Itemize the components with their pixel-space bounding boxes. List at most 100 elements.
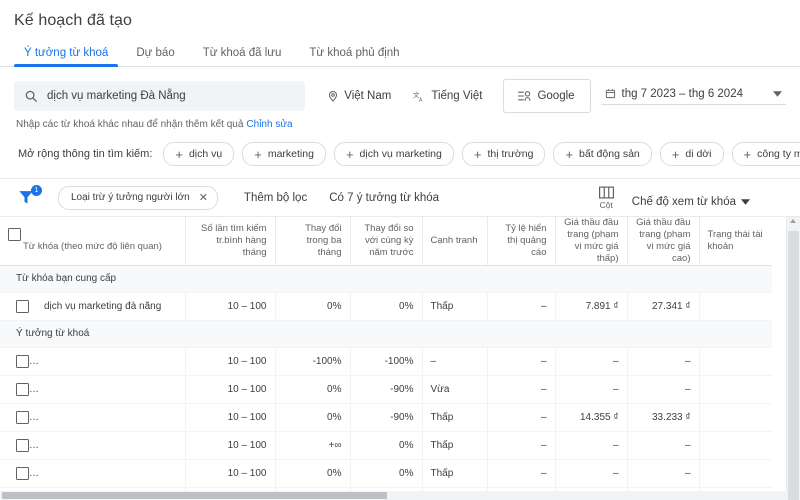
edit-link[interactable]: Chỉnh sửa [246, 119, 292, 130]
expand-chip-label: marketing [267, 148, 314, 160]
col-header-account-status[interactable]: Trạng thái tài khoản [699, 217, 772, 266]
table-row[interactable]: công ty chạy quảng cáo facebook đà ...10… [0, 431, 772, 460]
table-cell-change-3m: 0% [275, 459, 351, 488]
vertical-scrollbar[interactable] [786, 217, 800, 500]
location-label: Việt Nam [344, 90, 392, 102]
keyword-label: chạy quảng cáo google đà nẵng [44, 383, 185, 395]
table-cell-avg-searches: 10 – 100 [185, 403, 276, 432]
table-cell-competition: Thấp [422, 459, 488, 488]
plus-icon: + [743, 146, 752, 162]
search-hint-text: Nhập các từ khoá khác nhau để nhận thêm … [16, 119, 244, 130]
table-cell-account-status [699, 347, 772, 376]
row-checkbox[interactable] [16, 410, 29, 424]
table-cell-keyword: dịch vụ marketing đà nẵng [0, 292, 186, 321]
columns-label: Cột [599, 199, 613, 210]
table-cell-change-yoy: 0% [350, 431, 423, 460]
table-cell-bid-low: 14.355 ₫ [555, 403, 628, 432]
row-checkbox[interactable] [16, 354, 29, 368]
table-cell-change-3m: -100% [275, 347, 351, 376]
tab-negative-keywords[interactable]: Từ khoá phủ định [295, 47, 413, 66]
keyword-label: quảng cáo google ads đà nẵng [44, 411, 182, 423]
table-cell-avg-searches: 10 – 100 [185, 347, 276, 376]
table-cell-bid-low: – [555, 347, 628, 376]
row-checkbox[interactable] [16, 438, 29, 452]
network-button[interactable]: Google [502, 79, 591, 113]
expand-chip-0[interactable]: + dịch vụ [163, 142, 235, 166]
table-cell-change-yoy: 0% [350, 292, 423, 321]
col-header-keyword-label: Từ khóa (theo mức độ liên quan) [23, 241, 162, 253]
col-header-competition[interactable]: Cạnh tranh [422, 217, 488, 266]
table-cell-avg-searches: 10 – 100 [185, 375, 276, 404]
expand-label: Mở rộng thông tin tìm kiếm: [18, 148, 153, 160]
toolbar-right: Cột Chế độ xem từ khóa [598, 186, 786, 210]
expand-chip-2[interactable]: + dịch vụ marketing [333, 142, 454, 166]
table-cell-account-status [699, 292, 772, 321]
close-icon[interactable]: ✕ [199, 191, 208, 204]
expand-chip-4[interactable]: + bất động sản [553, 142, 652, 166]
table-cell-ad-impression-share: – [487, 375, 556, 404]
language-label: Tiếng Việt [431, 90, 483, 102]
expand-chip-3[interactable]: + thị trường [461, 142, 546, 166]
svg-text:A: A [419, 97, 423, 103]
expand-chip-5[interactable]: + di dời [659, 142, 724, 166]
table-cell-bid-low: – [555, 375, 628, 404]
active-filter-chip[interactable]: Loại trừ ý tưởng người lớn ✕ [58, 185, 218, 210]
col-header-bid-high[interactable]: Giá thầu đầu trang (phạm vi mức giá cao) [627, 217, 700, 266]
tab-saved-keywords[interactable]: Từ khoá đã lưu [189, 47, 296, 66]
filter-toolbar: 1 Loại trừ ý tưởng người lớn ✕ Thêm bộ l… [0, 179, 800, 216]
tab-forecast[interactable]: Dự báo [122, 47, 188, 66]
horizontal-scroll-thumb[interactable] [2, 492, 387, 499]
search-input[interactable]: dịch vụ marketing Đà Nẵng [14, 81, 306, 111]
keyword-ideas-table: Từ khóa (theo mức độ liên quan) Số lần t… [0, 217, 772, 500]
row-checkbox[interactable] [16, 299, 29, 313]
table-row[interactable]: quảng cáo google ads đà nẵng 10 – 100 0% -9… [0, 403, 772, 432]
table-cell-competition: Thấp [422, 403, 488, 432]
table-cell-change-3m: +∞ [275, 431, 351, 460]
col-header-change-3m[interactable]: Thay đổi trong ba tháng [275, 217, 351, 266]
filter-count-badge: 1 [31, 184, 42, 196]
plus-icon: + [345, 146, 354, 162]
keyword-label: chạy quảng cáo google tại đà nẵng [44, 355, 185, 367]
table-cell-bid-low: – [555, 459, 628, 488]
add-filter-button[interactable]: Thêm bộ lọc [244, 192, 307, 204]
keyword-label: dịch vụ marketing online đà nẵng [44, 467, 185, 479]
expand-chip-1[interactable]: + marketing [242, 142, 326, 166]
table-row[interactable]: dịch vụ marketing đà nẵng 10 – 100 0% 0% Thấ… [0, 292, 772, 321]
table-row[interactable]: dịch vụ marketing online đà nẵng 10 – 100… [0, 459, 772, 488]
columns-button[interactable]: Cột [598, 186, 614, 210]
col-header-keyword[interactable]: Từ khóa (theo mức độ liên quan) [0, 217, 186, 266]
col-header-avg-searches[interactable]: Số lần tìm kiếm tr.bình hàng tháng [185, 217, 276, 266]
search-value: dịch vụ marketing Đà Nẵng [47, 90, 186, 102]
table-cell-bid-high: 33.233 ₫ [627, 403, 700, 432]
horizontal-scrollbar[interactable] [0, 491, 787, 500]
table-cell-change-yoy: -90% [350, 375, 423, 404]
columns-icon [598, 186, 614, 198]
select-all-checkbox[interactable] [8, 228, 21, 242]
vertical-scroll-thumb[interactable] [788, 231, 799, 500]
calendar-icon [605, 88, 616, 99]
keyword-label: công ty chạy quảng cáo facebook đà ... [44, 439, 184, 451]
row-checkbox[interactable] [16, 382, 29, 396]
col-header-ad-impression-share[interactable]: Tỷ lệ hiển thị quảng cáo [487, 217, 556, 266]
table-row[interactable]: chạy quảng cáo google tại đà nẵng 10 – 10… [0, 347, 772, 376]
col-header-change-yoy[interactable]: Thay đổi so với cùng kỳ năm trước [350, 217, 423, 266]
location-selector[interactable]: Việt Nam [327, 90, 391, 102]
table-cell-account-status [699, 375, 772, 404]
scroll-up-arrow-icon[interactable] [790, 219, 796, 223]
table-cell-change-3m: 0% [275, 292, 351, 321]
table-cell-bid-low: 7.891 ₫ [555, 292, 628, 321]
table-cell-avg-searches: 10 – 100 [185, 292, 276, 321]
table-cell-bid-low: – [555, 431, 628, 460]
tab-keyword-ideas[interactable]: Ý tưởng từ khoá [10, 47, 122, 67]
date-range-selector[interactable]: thg 7 2023 – thg 6 2024 [600, 88, 786, 105]
row-checkbox[interactable] [16, 466, 29, 480]
expand-chip-label: thị trường [487, 148, 534, 160]
view-mode-selector[interactable]: Chế độ xem từ khóa [632, 196, 750, 210]
table-row[interactable]: chạy quảng cáo google đà nẵng 10 – 100 0% -… [0, 375, 772, 404]
language-selector[interactable]: 文 A Tiếng Việt [413, 90, 482, 103]
filter-button[interactable]: 1 [16, 184, 42, 209]
expand-chip-6[interactable]: + công ty marketing đà nẵng [731, 142, 800, 166]
search-icon [24, 89, 38, 103]
col-header-bid-low[interactable]: Giá thầu đầu trang (phạm vi mức giá thấp… [555, 217, 628, 266]
plus-icon: + [175, 146, 183, 162]
